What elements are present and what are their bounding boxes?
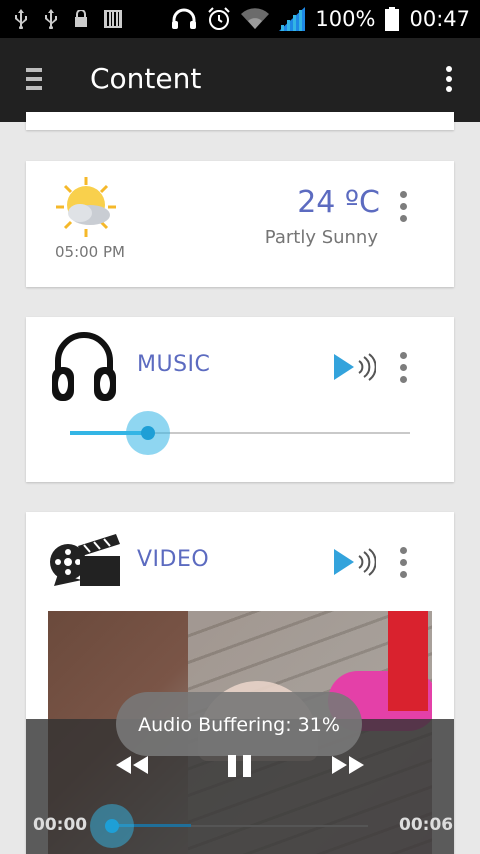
status-left-icons [14,6,122,32]
battery-icon [385,7,400,31]
battery-percent: 100% [315,7,376,31]
signal-icon [279,7,306,31]
weather-card[interactable]: 05:00 PM 24 ºC Partly Sunny [26,161,454,287]
music-more-icon[interactable] [400,352,408,388]
previous-card [26,112,454,130]
music-label: MUSIC [137,352,211,377]
action-bar: Content [0,38,480,122]
alarm-icon [208,7,231,30]
play-audio-icon[interactable] [332,352,376,382]
buffering-text: Audio Buffering: 31% [138,714,340,736]
headphones-icon [52,332,116,401]
video-frame-pole [388,611,428,711]
wifi-icon [241,8,270,30]
total-duration: 00:06 [399,815,454,835]
hamburger-icon[interactable] [26,68,48,94]
film-clapper-icon [50,534,120,586]
weather-temperature: 24 ºC [297,185,380,220]
usb-icon [15,9,27,29]
headphones-icon [172,8,197,29]
rewind-icon[interactable] [114,754,150,776]
weather-description: Partly Sunny [264,227,378,248]
weather-time: 05:00 PM [55,243,125,261]
page-title: Content [90,62,202,95]
more-vert-icon[interactable] [446,66,454,94]
play-video-icon[interactable] [332,547,376,577]
elapsed-time: 00:00 [33,815,88,835]
video-more-icon[interactable] [400,547,408,583]
weather-more-icon[interactable] [400,191,408,227]
seek-bar-thumb[interactable] [105,819,119,833]
music-card[interactable]: MUSIC [26,317,454,482]
partly-sunny-icon [56,177,116,237]
status-bar: 100% 00:47 [0,0,480,38]
fast-forward-icon[interactable] [330,754,366,776]
video-label: VIDEO [137,547,210,572]
usb-icon [45,9,57,29]
pause-icon[interactable] [226,753,254,779]
status-right-icons: 100% 00:47 [171,4,470,34]
buffering-toast: Audio Buffering: 31% [116,692,362,756]
lock-icon [75,10,87,27]
barcode-icon [104,10,122,28]
clock: 00:47 [409,7,470,31]
